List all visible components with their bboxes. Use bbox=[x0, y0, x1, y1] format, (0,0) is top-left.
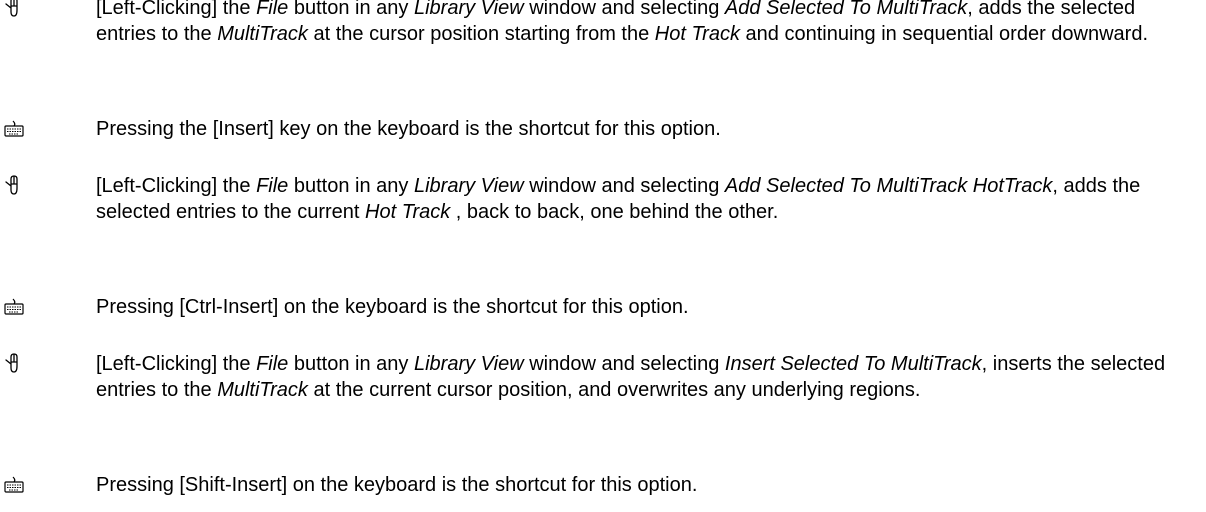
emphasized-term: MultiTrack bbox=[217, 23, 308, 45]
emphasized-term: Hot Track bbox=[365, 201, 451, 223]
keyboard-icon bbox=[2, 474, 26, 498]
text-run: Pressing [Ctrl-Insert] on the keyboard i… bbox=[96, 296, 689, 318]
keyboard-icon bbox=[2, 118, 26, 142]
text-run: button in any bbox=[288, 175, 414, 197]
instruction-text: [Left-Clicking] the File button in any L… bbox=[96, 351, 1192, 403]
emphasized-term: Library View bbox=[413, 175, 524, 197]
emphasized-term: Library View bbox=[413, 0, 524, 19]
instruction-text: [Left-Clicking] the File button in any L… bbox=[96, 0, 1192, 47]
emphasized-term: Hot Track bbox=[654, 23, 740, 45]
document-page: [Left-Clicking] the File button in any L… bbox=[0, 0, 1206, 512]
mouse-icon bbox=[2, 174, 26, 198]
emphasized-term: Library View bbox=[413, 353, 524, 375]
instruction-text: Pressing [Ctrl-Insert] on the keyboard i… bbox=[96, 294, 1192, 320]
text-run: [Left-Clicking] the bbox=[96, 0, 257, 19]
text-run: button in any bbox=[288, 353, 414, 375]
text-run: and continuing in sequential order downw… bbox=[739, 23, 1149, 45]
text-run: at the current cursor position, and over… bbox=[307, 379, 921, 401]
text-run: , back to back, one behind the other. bbox=[450, 201, 779, 223]
emphasized-term: MultiTrack bbox=[217, 379, 308, 401]
text-run: Pressing [Shift-Insert] on the keyboard … bbox=[96, 474, 698, 496]
emphasized-term: File bbox=[256, 0, 289, 19]
emphasized-term: Add Selected To MultiTrack bbox=[724, 0, 968, 19]
instruction-text: [Left-Clicking] the File button in any L… bbox=[96, 173, 1192, 225]
instruction-text: Pressing the [Insert] key on the keyboar… bbox=[96, 116, 1192, 142]
instruction-text: Pressing [Shift-Insert] on the keyboard … bbox=[96, 472, 1192, 498]
text-run: window and selecting bbox=[523, 0, 725, 19]
emphasized-term: File bbox=[256, 175, 289, 197]
text-run: [Left-Clicking] the bbox=[96, 175, 257, 197]
mouse-icon bbox=[2, 0, 26, 20]
text-run: Pressing the [Insert] key on the keyboar… bbox=[96, 118, 721, 140]
text-run: [Left-Clicking] the bbox=[96, 353, 257, 375]
keyboard-icon bbox=[2, 296, 26, 320]
emphasized-term: Insert Selected To MultiTrack bbox=[724, 353, 982, 375]
text-run: at the cursor position starting from the bbox=[307, 23, 655, 45]
mouse-icon bbox=[2, 352, 26, 376]
emphasized-term: Add Selected To MultiTrack HotTrack bbox=[724, 175, 1053, 197]
text-run: button in any bbox=[288, 0, 414, 19]
text-run: window and selecting bbox=[523, 175, 725, 197]
emphasized-term: File bbox=[256, 353, 289, 375]
text-run: window and selecting bbox=[523, 353, 725, 375]
